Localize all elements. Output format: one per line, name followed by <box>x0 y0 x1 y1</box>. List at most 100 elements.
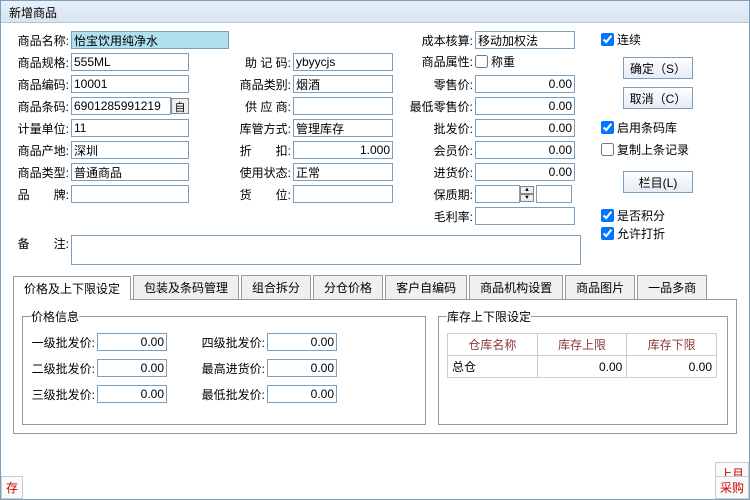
tab-org-setting[interactable]: 商品机构设置 <box>469 275 563 299</box>
tab-content: 价格信息 一级批发价: 二级批发价: 三级批发价: 四级批发价: 最高进货价: … <box>13 300 737 434</box>
min-retail-input[interactable] <box>475 97 575 115</box>
min-out-input[interactable] <box>267 385 337 403</box>
tab-price-limits[interactable]: 价格及上下限设定 <box>13 276 131 300</box>
weigh-checkbox[interactable] <box>475 55 488 68</box>
allow-discount-checkbox[interactable] <box>601 227 614 240</box>
weigh-label: 称重 <box>491 53 515 70</box>
label-min-retail: 最低零售价: <box>407 98 473 115</box>
footer-right2-button[interactable]: 采购 <box>715 476 749 499</box>
stock-limit-table: 仓库名称 库存上限 库存下限 总仓 0.00 0.00 <box>447 333 717 378</box>
retail-input[interactable] <box>475 75 575 93</box>
stock-mode-input[interactable] <box>293 119 393 137</box>
col-upper: 库存上限 <box>537 334 627 356</box>
label-lv4: 四级批发价: <box>201 334 265 351</box>
lv2-input[interactable] <box>97 359 167 377</box>
col-warehouse: 仓库名称 <box>448 334 538 356</box>
spin-up[interactable]: ▲ <box>520 186 534 194</box>
type-input[interactable] <box>71 163 189 181</box>
dialog-body: 商品名称: 商品规格: 商品编码: 商品条码: 自 计量单位: 商品产地: <box>1 23 749 442</box>
column-button[interactable]: 栏目(L) <box>623 171 693 193</box>
allow-discount-label: 允许打折 <box>617 225 665 242</box>
tab-image[interactable]: 商品图片 <box>565 275 635 299</box>
tab-package-barcode[interactable]: 包装及条码管理 <box>133 275 239 299</box>
member-input[interactable] <box>475 141 575 159</box>
cancel-button[interactable]: 取消（C） <box>623 87 693 109</box>
enable-barcode-label: 启用条码库 <box>617 119 677 136</box>
weigh-checkbox-wrap[interactable]: 称重 <box>475 53 515 70</box>
tab-warehouse-price[interactable]: 分仓价格 <box>313 275 383 299</box>
spec-input[interactable] <box>71 53 189 71</box>
cell-warehouse: 总仓 <box>448 356 538 378</box>
code-input[interactable] <box>71 75 189 93</box>
label-status: 使用状态: <box>235 164 291 181</box>
status-input[interactable] <box>293 163 393 181</box>
tab-multi-supplier[interactable]: 一品多商 <box>637 275 707 299</box>
ok-button[interactable]: 确定（S） <box>623 57 693 79</box>
shelf-spin[interactable]: ▲▼ <box>520 186 534 202</box>
points-label: 是否积分 <box>617 207 665 224</box>
points-checkbox-wrap[interactable]: 是否积分 <box>601 207 665 224</box>
category-input[interactable] <box>293 75 393 93</box>
price-info-legend: 价格信息 <box>31 308 79 325</box>
tabs-bar: 价格及上下限设定 包装及条码管理 组合拆分 分仓价格 客户自编码 商品机构设置 … <box>13 275 737 300</box>
table-row[interactable]: 总仓 0.00 0.00 <box>448 356 717 378</box>
pos-input[interactable] <box>293 185 393 203</box>
label-max-in: 最高进货价: <box>201 360 265 377</box>
label-stock-mode: 库管方式: <box>235 120 291 137</box>
continuous-label: 连续 <box>617 31 641 48</box>
unit-input[interactable] <box>71 119 189 137</box>
spin-down[interactable]: ▼ <box>520 194 534 202</box>
dialog-window: 新增商品 商品名称: 商品规格: 商品编码: 商品条码: 自 计量单位: <box>0 0 750 500</box>
remark-input[interactable] <box>71 235 581 265</box>
product-name-input[interactable] <box>71 31 229 49</box>
tab-combo-split[interactable]: 组合拆分 <box>241 275 311 299</box>
label-remark: 备 注: <box>13 235 69 252</box>
cell-upper: 0.00 <box>537 356 627 378</box>
shelf-input[interactable] <box>475 185 520 203</box>
label-wholesale: 批发价: <box>407 120 473 137</box>
cost-input[interactable] <box>475 31 575 49</box>
enable-barcode-checkbox-wrap[interactable]: 启用条码库 <box>601 119 677 136</box>
label-mnemonic: 助 记 码: <box>235 54 291 71</box>
origin-input[interactable] <box>71 141 189 159</box>
purchase-input[interactable] <box>475 163 575 181</box>
cell-lower: 0.00 <box>627 356 717 378</box>
label-lv3: 三级批发价: <box>31 386 95 403</box>
continuous-checkbox[interactable] <box>601 33 614 46</box>
lv1-input[interactable] <box>97 333 167 351</box>
label-lv1: 一级批发价: <box>31 334 95 351</box>
copy-prev-checkbox[interactable] <box>601 143 614 156</box>
continuous-checkbox-wrap[interactable]: 连续 <box>601 31 641 48</box>
label-pos: 货 位: <box>235 186 291 203</box>
copy-prev-checkbox-wrap[interactable]: 复制上条记录 <box>601 141 689 158</box>
footer-left-button[interactable]: 存 <box>1 476 23 499</box>
label-origin: 商品产地: <box>13 142 69 159</box>
price-info-fieldset: 价格信息 一级批发价: 二级批发价: 三级批发价: 四级批发价: 最高进货价: … <box>22 308 426 425</box>
brand-input[interactable] <box>71 185 189 203</box>
discount-input[interactable] <box>293 141 393 159</box>
label-purchase: 进货价: <box>407 164 473 181</box>
lv4-input[interactable] <box>267 333 337 351</box>
label-brand: 品 牌: <box>13 186 69 203</box>
wholesale-input[interactable] <box>475 119 575 137</box>
auto-barcode-button[interactable]: 自 <box>171 98 189 114</box>
points-checkbox[interactable] <box>601 209 614 222</box>
tab-customer-code[interactable]: 客户自编码 <box>385 275 467 299</box>
label-unit: 计量单位: <box>13 120 69 137</box>
max-in-input[interactable] <box>267 359 337 377</box>
label-lv2: 二级批发价: <box>31 360 95 377</box>
label-supplier: 供 应 商: <box>235 98 291 115</box>
allow-discount-checkbox-wrap[interactable]: 允许打折 <box>601 225 665 242</box>
margin-input[interactable] <box>475 207 575 225</box>
supplier-input[interactable] <box>293 97 393 115</box>
col-lower: 库存下限 <box>627 334 717 356</box>
label-margin: 毛利率: <box>407 208 473 225</box>
label-product-name: 商品名称: <box>13 32 69 49</box>
barcode-input[interactable] <box>71 97 171 115</box>
mnemonic-input[interactable] <box>293 53 393 71</box>
lv3-input[interactable] <box>97 385 167 403</box>
shelf-unit-input[interactable] <box>536 185 572 203</box>
copy-prev-label: 复制上条记录 <box>617 141 689 158</box>
label-member: 会员价: <box>407 142 473 159</box>
enable-barcode-checkbox[interactable] <box>601 121 614 134</box>
